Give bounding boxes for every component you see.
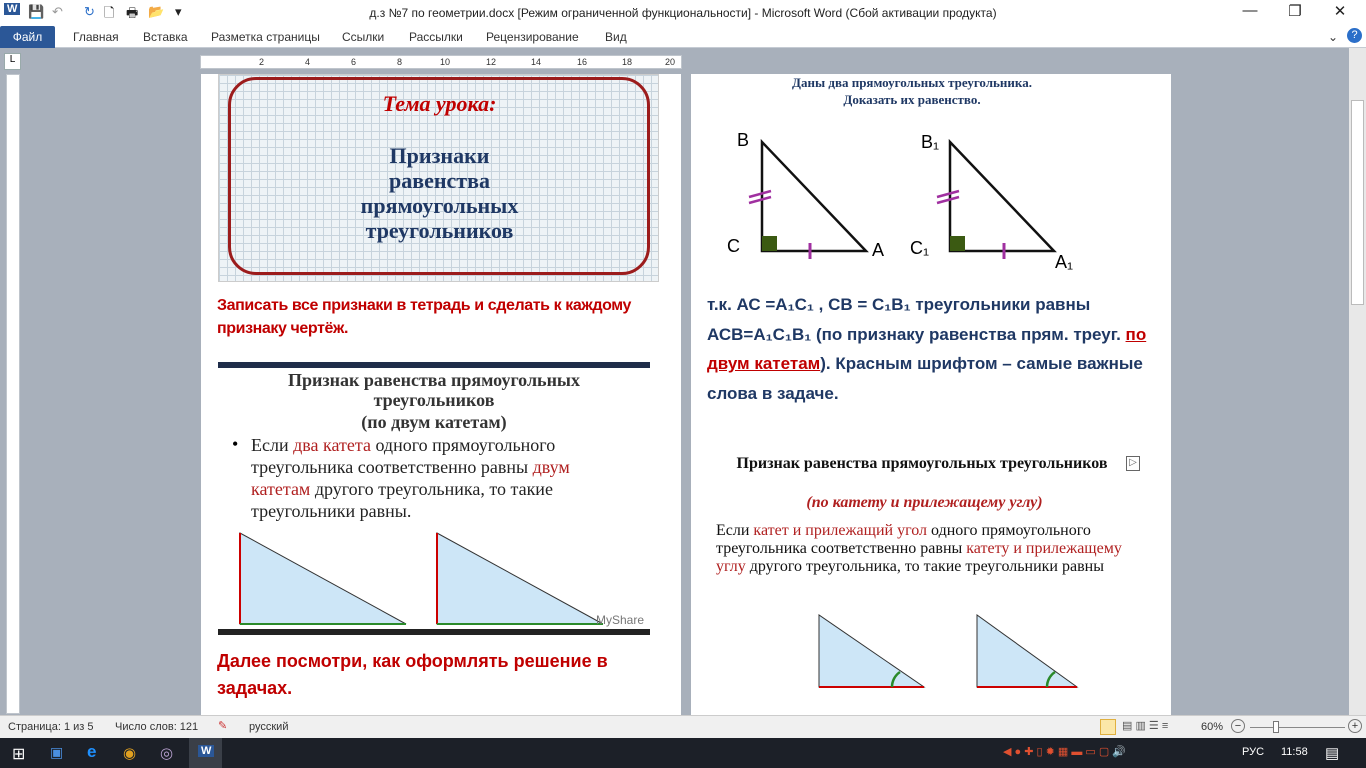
slide-title: Тема урока: <box>382 91 497 116</box>
slide-two-legs: Признак равенства прямоугольных треуголь… <box>218 362 650 635</box>
tab-references[interactable]: Ссылки <box>342 30 384 44</box>
vertex-label: C <box>727 236 740 256</box>
vertex-label: B <box>737 130 750 150</box>
zoom-level[interactable]: 60% <box>1201 721 1223 733</box>
ruler-label: 10 <box>440 57 451 67</box>
floppy-app-icon[interactable]: ▣ <box>50 744 63 761</box>
task-line: Даны два прямоугольных треугольника. <box>792 75 1032 90</box>
notifications-icon[interactable]: ▤ <box>1325 744 1339 762</box>
slide-title: Признак равенства прямоугольных треуголь… <box>736 455 1108 472</box>
slide-lesson-topic: Тема урока: Признаки равенства прямоугол… <box>218 74 659 282</box>
zoom-slider-handle[interactable] <box>1273 721 1279 733</box>
task-text: Даны два прямоугольных треугольника. Док… <box>691 74 1133 108</box>
media-app-icon[interactable]: ◎ <box>160 744 173 762</box>
language[interactable]: русский <box>249 721 288 733</box>
instruction-text: Записать все признаки в тетрадь и сделат… <box>217 297 631 337</box>
text-run: Если <box>251 435 294 455</box>
help-icon[interactable]: ? <box>1347 28 1362 43</box>
text-run: Если <box>716 522 754 539</box>
view-mode-icons[interactable]: ▤ ▥ ☰ ≡ <box>1122 719 1168 732</box>
text-run: т.к. АС =А₁С₁ , СВ = С₁В₁ треугольники р… <box>707 295 1126 344</box>
triangles-diagram <box>748 138 1057 259</box>
zoom-out-button[interactable]: − <box>1231 719 1245 733</box>
slide-play-icon[interactable]: ▷ <box>1126 456 1140 471</box>
page-right: Даны два прямоугольных треугольника. Док… <box>691 74 1171 715</box>
ruler-label: 14 <box>531 57 542 67</box>
next-instruction-text: Далее посмотри, как оформлять решение в … <box>217 651 608 698</box>
tab-selector[interactable]: L <box>4 53 21 70</box>
triangles-figure <box>818 614 1079 688</box>
bullet-icon: • <box>232 434 239 454</box>
task-line: Доказать их равенство. <box>843 92 981 107</box>
ruler-label: 18 <box>622 57 633 67</box>
slide-body-text: Если катет и прилежащий угол одного прям… <box>716 522 1141 576</box>
vertex-label: C₁ <box>910 238 930 258</box>
triangles-figure <box>239 532 604 625</box>
status-bar: Страница: 1 из 5 Число слов: 121 ✎ русск… <box>0 715 1366 738</box>
scrollbar-thumb[interactable] <box>1351 100 1364 305</box>
spelling-check-icon[interactable]: ✎ <box>218 719 227 732</box>
word-taskbar-button[interactable]: W <box>189 738 222 768</box>
watermark: MyShare <box>596 613 645 627</box>
print-layout-icon[interactable] <box>1100 719 1116 735</box>
vertex-label: A <box>872 240 885 260</box>
ruler-label: 20 <box>665 57 676 67</box>
ruler-label: 16 <box>577 57 588 67</box>
vertex-label: B₁ <box>921 132 940 152</box>
input-language[interactable]: РУС <box>1242 746 1264 758</box>
ruler-label: 8 <box>397 57 403 67</box>
slide-subtitle: (по катету и прилежащему углу) <box>806 494 1043 511</box>
ruler-label: 2 <box>259 57 265 67</box>
slide-leg-angle: Признак равенства прямоугольных треуголь… <box>707 452 1142 692</box>
title-bar: W 💾 ↶ ↻ 🗋 🖶 📂 ▾ д.з №7 по геометрии.docx… <box>0 0 1366 26</box>
vertex-label: A₁ <box>1055 252 1074 272</box>
page-left: Тема урока: Признаки равенства прямоугол… <box>201 74 681 715</box>
window-title: д.з №7 по геометрии.docx [Режим ограниче… <box>369 6 997 20</box>
vertical-ruler[interactable] <box>6 74 20 714</box>
slide-title: Признак равенства прямоугольных треуголь… <box>288 370 580 410</box>
slide-line: равенства <box>388 168 490 193</box>
slide-line: Признаки <box>389 143 490 168</box>
text-run: другого треугольника, то такие треугольн… <box>745 558 1104 575</box>
start-icon[interactable]: ⊞ <box>12 744 25 764</box>
tab-file[interactable]: Файл <box>0 26 55 48</box>
tab-page-layout[interactable]: Разметка страницы <box>211 30 320 44</box>
tab-home[interactable]: Главная <box>73 30 119 44</box>
slide-line: треугольников <box>365 218 514 243</box>
tab-insert[interactable]: Вставка <box>143 30 188 44</box>
page-count[interactable]: Страница: 1 из 5 <box>8 721 94 733</box>
word-count[interactable]: Число слов: 121 <box>115 721 198 733</box>
tray-icons[interactable]: ◀ ● ✚ ▯ ✹ ▦ ▬ ▭ ▢ 🔊 <box>1003 745 1126 758</box>
text-run-highlight: два катета <box>293 435 371 455</box>
tab-review[interactable]: Рецензирование <box>486 30 579 44</box>
slide-line: прямоугольных <box>360 193 519 218</box>
text-run-highlight: катет и прилежащий угол <box>753 522 928 539</box>
ruler-label: 4 <box>305 57 311 67</box>
clock[interactable]: 11:58 <box>1281 746 1308 758</box>
taskbar: ⊞ ▣ e ◉ ◎ W ◀ ● ✚ ▯ ✹ ▦ ▬ ▭ ▢ 🔊 РУС 11:5… <box>0 738 1366 768</box>
slide-subtitle: (по двум катетам) <box>361 412 507 432</box>
ruler-label: 6 <box>351 57 357 67</box>
zoom-slider[interactable] <box>1250 727 1345 728</box>
ruler-label: 12 <box>486 57 497 67</box>
ribbon-tabs: Файл Главная Вставка Разметка страницы С… <box>0 26 1366 48</box>
edge-icon[interactable]: e <box>87 742 96 762</box>
slide-body: Признаки равенства прямоугольных треугол… <box>219 143 660 243</box>
tab-view[interactable]: Вид <box>605 30 627 44</box>
zoom-in-button[interactable]: + <box>1348 719 1362 733</box>
slide-bullet-text: Если два катета одного прямоугольного тр… <box>251 434 621 522</box>
restore-button[interactable]: ❐ <box>1275 2 1315 20</box>
close-button[interactable]: ✕ <box>1320 2 1360 20</box>
collapse-ribbon-icon[interactable]: ⌄ <box>1328 30 1338 44</box>
minimize-button[interactable]: — <box>1230 2 1270 19</box>
solution-text: т.к. АС =А₁С₁ , СВ = С₁В₁ треугольники р… <box>707 290 1152 408</box>
tab-mailings[interactable]: Рассылки <box>409 30 463 44</box>
horizontal-ruler[interactable]: 2 4 6 8 10 12 14 16 18 20 <box>200 55 682 69</box>
chrome-icon[interactable]: ◉ <box>123 744 136 762</box>
